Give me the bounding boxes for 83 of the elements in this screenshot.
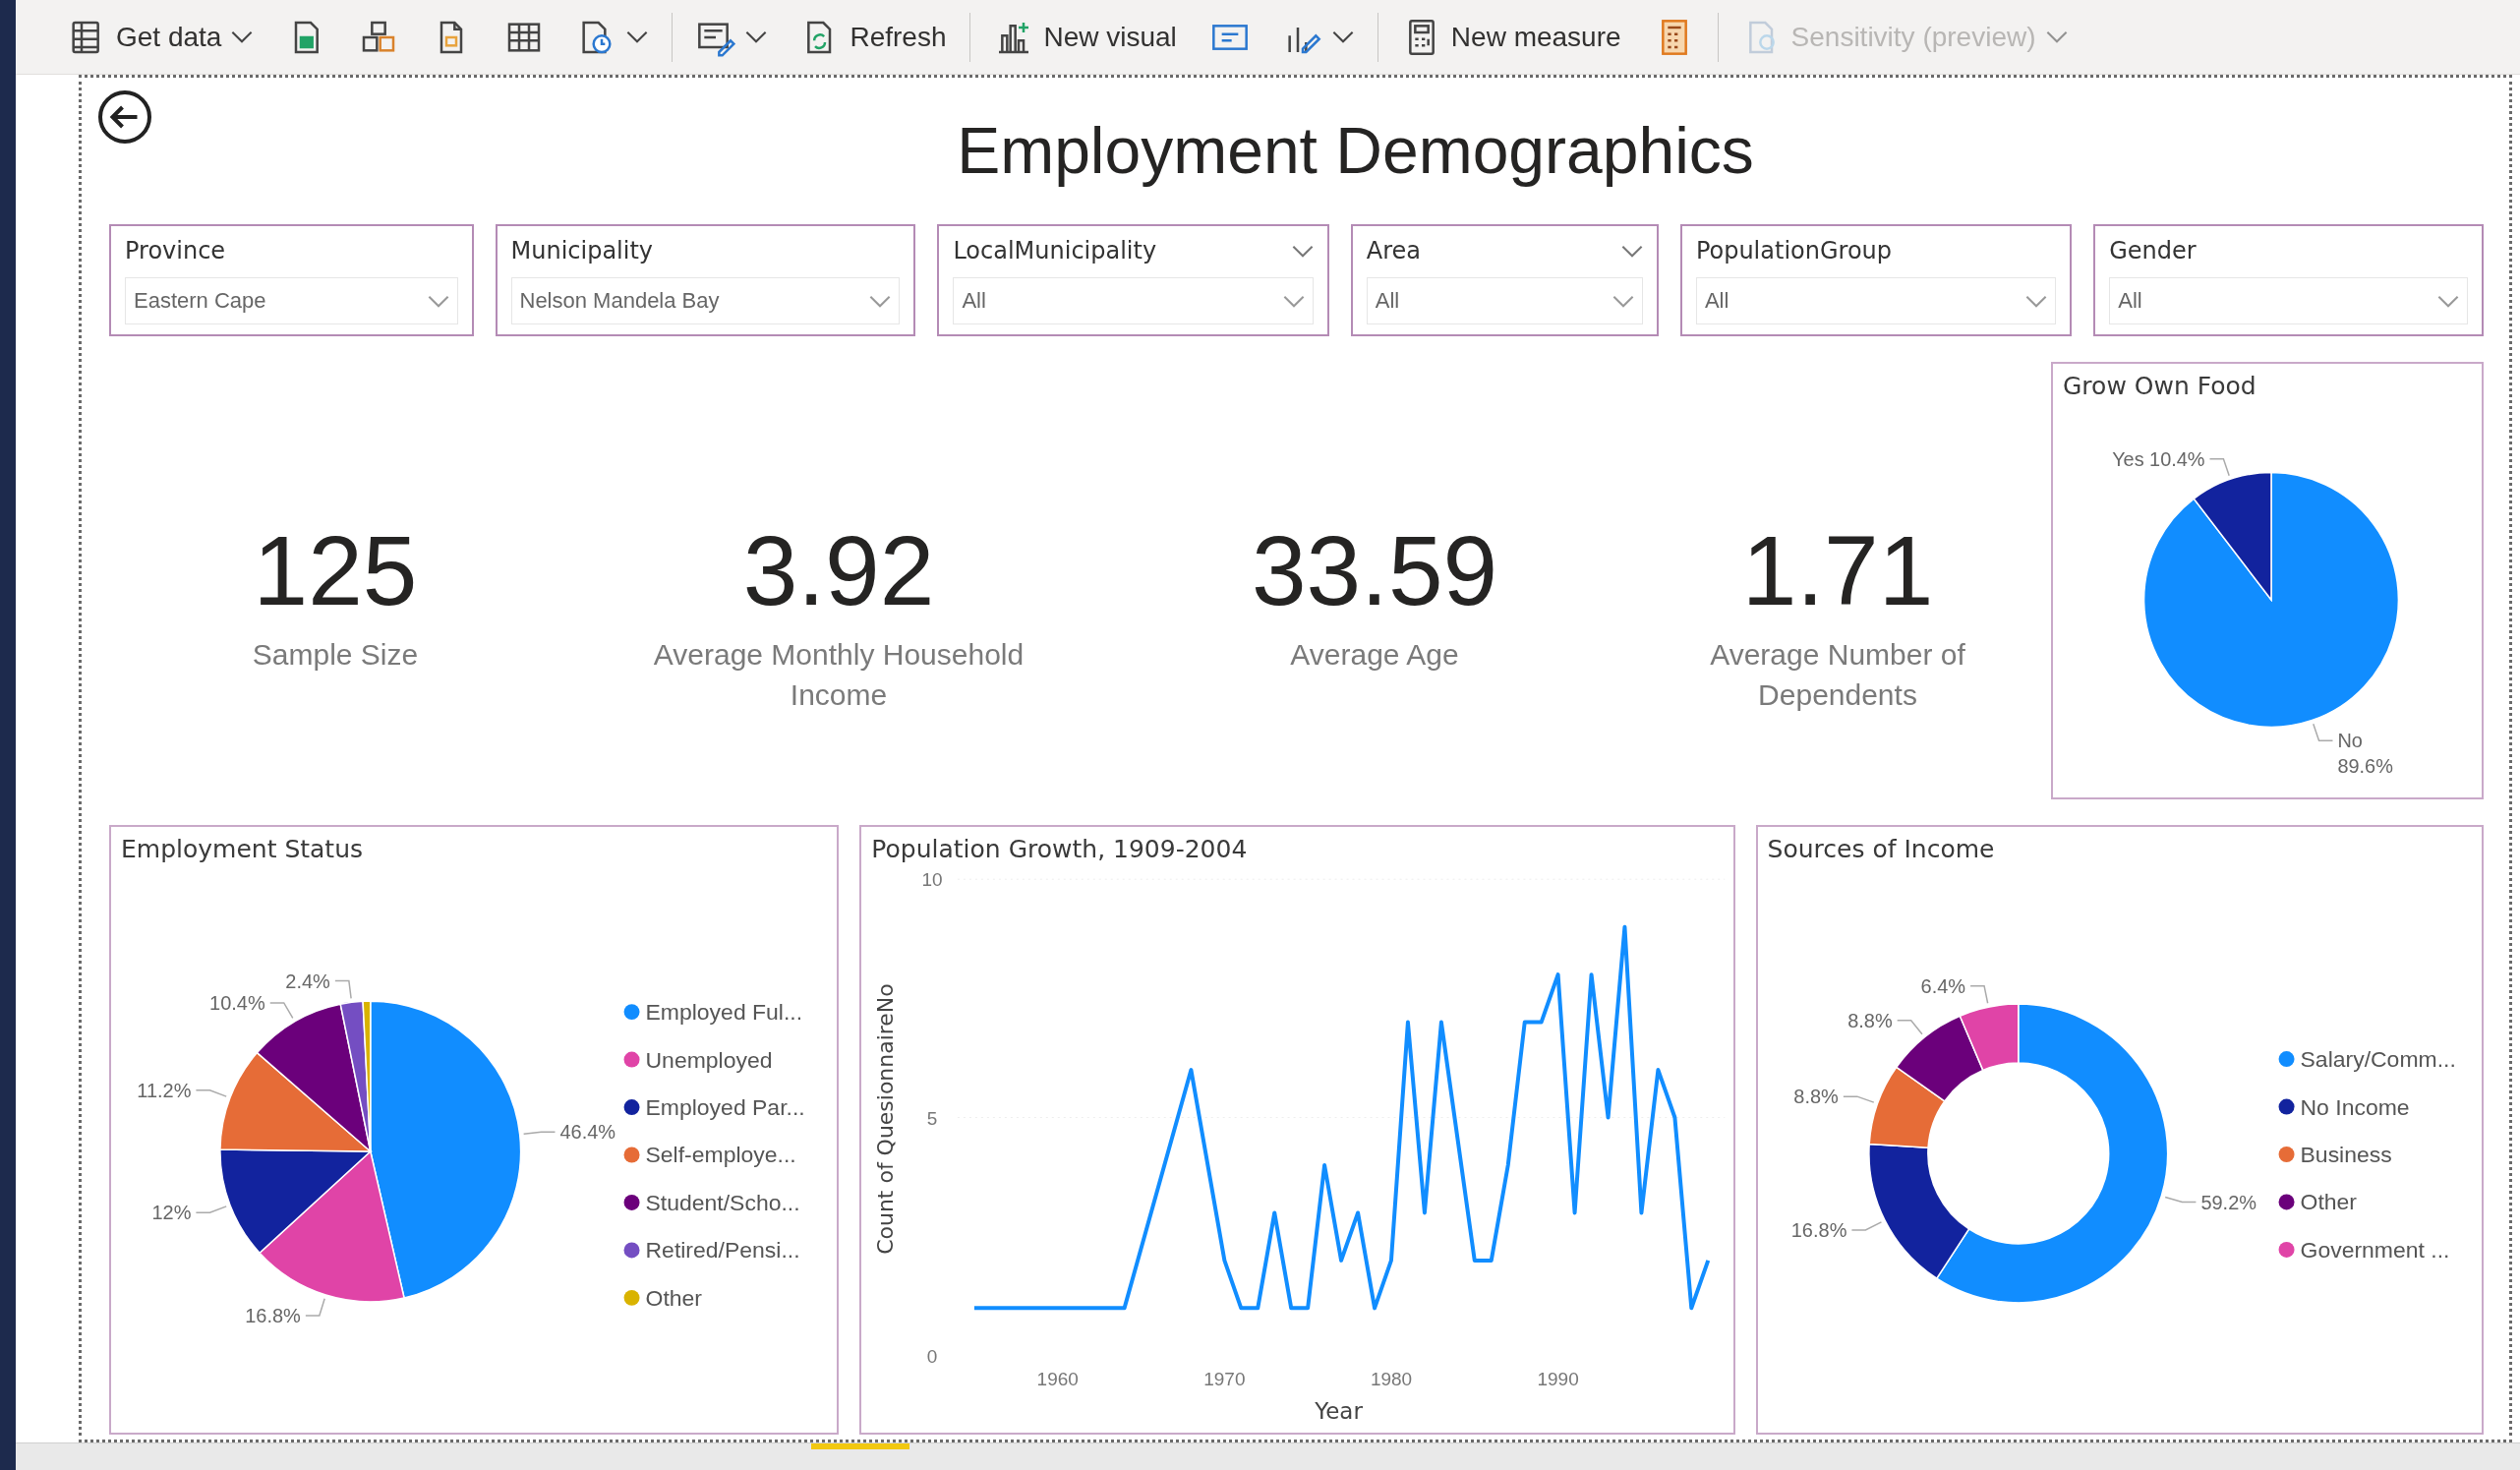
data-label: 59.2% [2200, 1191, 2256, 1213]
data-label: 46.4% [559, 1121, 616, 1144]
data-label: 10.4% [209, 991, 265, 1014]
back-button[interactable] [95, 88, 154, 147]
data-label: 8.8% [1846, 1009, 1893, 1031]
legend-label: Government ... [2300, 1236, 2450, 1263]
slicer-dropdown[interactable]: All [1366, 277, 1643, 324]
slicer-dropdown[interactable]: All [1695, 277, 2057, 324]
slicer-label: PopulationGroup [1695, 237, 1893, 265]
slicer-dropdown[interactable]: Nelson Mandela Bay [510, 277, 901, 324]
legend-label: Self-employe... [645, 1142, 796, 1168]
slicer-label: Province [125, 237, 226, 265]
axis-tick-label: 0 [927, 1345, 938, 1367]
chevron-icon [1612, 294, 1634, 308]
visual-title: Employment Status [120, 834, 365, 865]
leader-line [195, 1088, 227, 1097]
axis-tick-label: 1960 [1036, 1368, 1080, 1389]
chevron-icon [869, 294, 892, 308]
leader-line [305, 1298, 325, 1317]
toolbar-button[interactable]: New measure [1391, 9, 1631, 65]
kpi-value: 1.71 [1741, 521, 1934, 619]
data-label: 16.8% [1790, 1218, 1846, 1241]
slicer-label: LocalMunicipality [953, 237, 1157, 265]
leader-line [2208, 457, 2230, 477]
slicer-label: Municipality [510, 237, 654, 265]
data-label: No 89.6% [2337, 730, 2393, 778]
axis-tick-label: 5 [927, 1107, 938, 1129]
legend-label: Retired/Pensi... [645, 1237, 800, 1264]
data-label: 12% [151, 1202, 192, 1224]
axis-tick-label: 10 [921, 869, 943, 891]
data-label: 16.8% [245, 1304, 301, 1326]
data-label: 6.4% [1920, 974, 1965, 997]
kpi-label: Average Number of Dependents [1709, 637, 1966, 713]
kpi-label: Sample Size [252, 637, 419, 673]
data-label: Yes 10.4% [2112, 447, 2205, 470]
slicer-dropdown[interactable]: All [2109, 277, 2468, 324]
legend-label: Unemployed [645, 1046, 773, 1073]
chevron-icon [427, 294, 449, 308]
data-label: 11.2% [137, 1079, 192, 1101]
legend-label: Student/Scho... [645, 1189, 800, 1215]
axis-tick-label: 1990 [1537, 1368, 1580, 1389]
data-label: 8.8% [1792, 1086, 1839, 1108]
legend-label: Other [2300, 1189, 2357, 1215]
chevron-icon [2025, 294, 2048, 308]
leader-line [2313, 723, 2334, 742]
toolbar-button[interactable]: Refresh [791, 9, 957, 65]
slicer-dropdown[interactable]: All [953, 277, 1314, 324]
leader-line [2164, 1196, 2197, 1204]
legend-label: Business [2300, 1142, 2392, 1167]
axis-title: Year [1315, 1397, 1364, 1424]
legend-label: No Income [2300, 1093, 2410, 1120]
data-label: 2.4% [285, 970, 330, 992]
kpi-label: Average Monthly Household Income [652, 637, 1026, 713]
legend-label: Employed Ful... [645, 999, 803, 1026]
chevron-icon [1282, 294, 1305, 308]
slicer-label: Gender [2109, 237, 2197, 265]
legend-label: Salary/Comm... [2300, 1046, 2456, 1073]
toolbar-button[interactable]: Get data [57, 9, 264, 65]
slicer-dropdown[interactable]: Eastern Cape [125, 277, 458, 324]
legend-label: Employed Par... [645, 1094, 805, 1121]
axis-title: Count of QuesionnaireNo [873, 983, 899, 1255]
report-title: Employment Demographics [956, 113, 1754, 188]
kpi-value: 33.59 [1251, 521, 1498, 619]
axis-tick-label: 1980 [1371, 1368, 1413, 1389]
kpi-value: 125 [253, 521, 418, 619]
leader-line [334, 979, 352, 1000]
kpi-value: 3.92 [742, 521, 935, 619]
visual-title: Sources of Income [1766, 834, 1996, 865]
visual-title: Population Growth, 1909-2004 [870, 834, 1249, 865]
leader-line [1968, 984, 1988, 1004]
toolbar-button[interactable]: New visual [984, 9, 1187, 65]
kpi-label: Average Age [1290, 637, 1459, 673]
legend-label: Other [645, 1284, 702, 1311]
leader-line [269, 1002, 294, 1020]
leader-line [522, 1131, 557, 1136]
axis-tick-label: 1970 [1203, 1368, 1246, 1389]
leader-line [1850, 1221, 1882, 1231]
leader-line [1842, 1095, 1875, 1103]
slicer-label: Area [1366, 237, 1421, 265]
chevron-icon [2437, 294, 2459, 308]
leader-line [1896, 1019, 1923, 1035]
leader-line [195, 1205, 227, 1214]
visual-title: Grow Own Food [2062, 371, 2257, 402]
